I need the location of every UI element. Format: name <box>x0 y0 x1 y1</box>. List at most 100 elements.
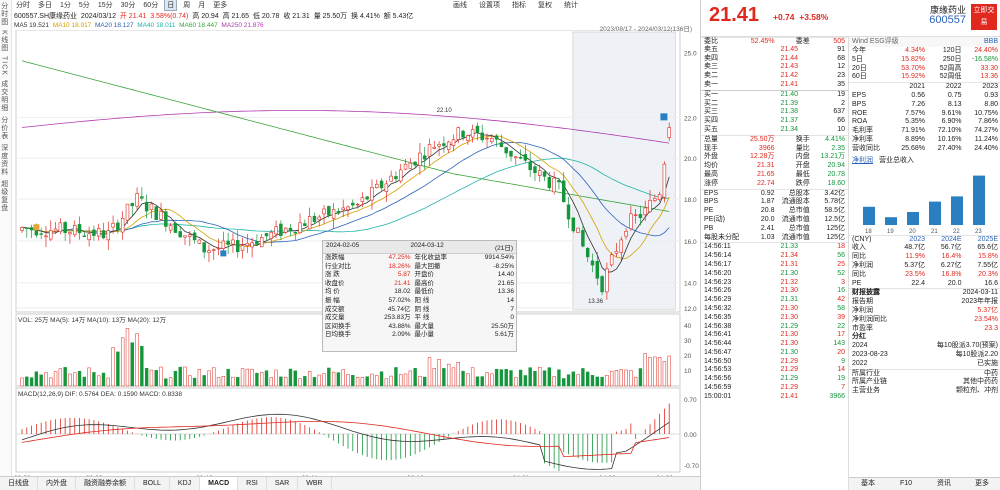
volume-bar <box>168 377 173 387</box>
industry-row-cell: 所属行业 <box>852 369 880 377</box>
bar-date: 2024/03/12 <box>80 13 116 20</box>
leftbar-item-5[interactable]: 深度资料 <box>0 142 8 178</box>
event-marker[interactable] <box>220 250 227 257</box>
interval-stats-box[interactable]: 2024-02-05 2024-03-12 (21日) 涨跌幅 47.25% 年化收益率… <box>322 240 517 352</box>
leftbar-item-6[interactable]: 超级复盘 <box>0 178 8 214</box>
period-tab-8[interactable]: 周 <box>181 0 192 10</box>
tick-row-cell: 56 <box>837 252 845 260</box>
period-tab-0[interactable]: 分时 <box>14 0 32 10</box>
chart-tab-0[interactable]: 净利润 <box>852 155 873 164</box>
ma20-label: MA20 18.127 <box>94 22 134 29</box>
candle-body <box>461 130 465 138</box>
period-tab-7[interactable]: 日 <box>164 0 178 11</box>
toolbar-tool-4[interactable]: 统计 <box>562 0 580 10</box>
high-annotation: 22.10 <box>437 108 453 114</box>
volume-bar <box>557 369 561 387</box>
stat-row-cell: 22.74 <box>756 179 775 187</box>
indicator-tab-6[interactable]: RSI <box>238 477 267 490</box>
report-row-cell: 2023年年报 <box>961 298 998 306</box>
volume-bar <box>58 368 63 387</box>
trade-button[interactable]: 立即交易 <box>971 4 997 30</box>
toolbar-tool-1[interactable]: 设置项 <box>477 0 502 10</box>
candle-body <box>207 250 211 253</box>
forecast-row-cell: 收入 <box>852 244 866 252</box>
toolbar-tool-3[interactable]: 复权 <box>536 0 554 10</box>
tick-row-cell: 14:56:23 <box>704 278 732 286</box>
dividend-row-cell: 2022 <box>852 359 868 367</box>
ask-row-cell: 23 <box>837 72 845 80</box>
candle-body <box>135 193 139 207</box>
profit-bar <box>951 195 963 225</box>
candle-body <box>331 209 336 219</box>
interval-end[interactable]: 2024-03-12 <box>410 242 443 252</box>
volume-bar <box>341 369 345 387</box>
leftbar-item-3[interactable]: 成交明细 <box>0 78 8 114</box>
period-tab-2[interactable]: 1分 <box>58 0 73 10</box>
volume-bar <box>293 370 297 387</box>
bar-amt: 量 25.50万 <box>313 13 348 20</box>
volume-bar <box>466 373 470 387</box>
esg-value: BBB <box>983 38 998 45</box>
period-tab-3[interactable]: 5分 <box>77 0 92 10</box>
period-tab-4[interactable]: 15分 <box>96 0 115 10</box>
indicator-tab-1[interactable]: 内外盘 <box>38 477 76 490</box>
stat-row-cell: 12.28万 <box>749 153 775 161</box>
volume-bar <box>73 372 77 387</box>
bid-row-cell: 21.39 <box>780 99 798 107</box>
forecast-row-cell: 16.6 <box>984 279 998 287</box>
candle-body <box>327 206 331 216</box>
stat-row-cell: 换手 <box>795 135 810 143</box>
selection-region[interactable] <box>572 31 676 311</box>
fin-table-row-cell: 0.56 <box>911 91 925 99</box>
forecast-row-cell: 7.55亿 <box>977 261 998 269</box>
candle-body <box>485 137 489 140</box>
period-tab-5[interactable]: 30分 <box>119 0 138 10</box>
indicator-tab-4[interactable]: KDJ <box>170 477 201 490</box>
bar-close: 低 20.78 <box>252 13 280 20</box>
forecast-row-cell: 16.4% <box>941 253 962 261</box>
leftbar-item-0[interactable]: 分时图 <box>0 0 8 28</box>
leftbar-item-1[interactable]: K线图 <box>0 28 8 54</box>
info-tab-3[interactable]: 更多 <box>963 478 1000 490</box>
period-tab-10[interactable]: 更多 <box>211 0 229 10</box>
interval-start[interactable]: 2024-02-05 <box>326 242 359 252</box>
toolbar-tool-2[interactable]: 指标 <box>510 0 528 10</box>
leftbar-item-4[interactable]: 分价表 <box>0 114 8 142</box>
bid-row: 买三 21.38 637 <box>701 108 848 117</box>
period-tab-6[interactable]: 60分 <box>141 0 160 10</box>
leftbar-item-2[interactable]: TICK <box>0 54 8 78</box>
fin-row-cell: PE(动) <box>704 215 725 223</box>
event-marker[interactable] <box>660 113 668 121</box>
perf-row-cell: 52周低 <box>939 73 962 81</box>
fin-row: PB 2.41 总市值 125亿 <box>701 225 848 234</box>
bid-row-cell: 21.38 <box>780 108 798 116</box>
info-tab-2[interactable]: 资讯 <box>925 478 963 490</box>
candle-body <box>394 176 398 180</box>
info-tab-1[interactable]: F10 <box>887 478 925 490</box>
volume-bar <box>202 375 206 387</box>
tick-row-cell: 14:56:53 <box>704 366 732 374</box>
indicator-tab-5[interactable]: MACD <box>200 477 239 490</box>
indicator-tab-7[interactable]: SAR <box>267 477 299 490</box>
volume-bar <box>586 371 590 387</box>
indicator-tab-8[interactable]: WBR <box>298 477 332 490</box>
indicator-tab-3[interactable]: BOLL <box>135 477 170 490</box>
forecast-row-cell: 5.37亿 <box>904 261 925 269</box>
tick-row-cell: 21.29 <box>780 375 798 383</box>
fin-row-cell: EPS <box>704 189 719 197</box>
indicator-tab-2[interactable]: 融资融券余额 <box>76 477 135 490</box>
chart-tab-1[interactable]: 营业总收入 <box>879 155 914 164</box>
indicator-tab-0[interactable]: 日线盘 <box>0 477 38 490</box>
candle-body <box>307 216 312 230</box>
toolbar-tool-0[interactable]: 画线 <box>451 0 469 10</box>
fin-table-row-cell: 0.75 <box>947 91 962 99</box>
period-tab-1[interactable]: 多日 <box>36 0 54 10</box>
volume-bar <box>29 377 34 387</box>
period-tab-9[interactable]: 月 <box>196 0 207 10</box>
volume-bar <box>97 375 101 387</box>
perf-row-cell: 250日 <box>942 55 962 63</box>
event-marker[interactable] <box>33 224 40 231</box>
fin-row-cell: 每股未分配 <box>704 233 739 241</box>
candle-body <box>274 226 278 235</box>
info-tab-0[interactable]: 基本 <box>849 478 887 490</box>
